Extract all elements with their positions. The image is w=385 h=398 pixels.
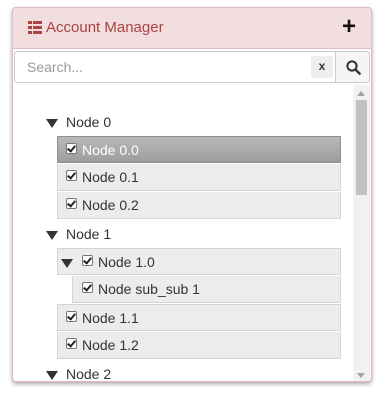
- list-icon: [28, 21, 42, 34]
- clear-search-button[interactable]: x: [311, 56, 333, 78]
- node-checkbox[interactable]: [66, 170, 77, 181]
- tree-node-label: Node 1.1: [82, 310, 139, 326]
- panel-header: Account Manager +: [13, 8, 371, 49]
- node-checkbox[interactable]: [66, 338, 77, 349]
- tree-node-0-1[interactable]: Node 0.1: [57, 164, 341, 191]
- tree-node-label: Node 0.1: [82, 169, 139, 185]
- tree-node-label: Node sub_sub 1: [98, 281, 200, 297]
- tree-node-0[interactable]: Node 0: [43, 109, 343, 136]
- search-input[interactable]: [16, 53, 306, 81]
- tree-node-label: Node 2: [66, 366, 112, 382]
- panel-title: Account Manager: [46, 19, 164, 36]
- tree-node-1-2[interactable]: Node 1.2: [57, 332, 341, 359]
- caret-down-icon[interactable]: [46, 231, 58, 240]
- tree-node-sub-sub-1[interactable]: Node sub_sub 1: [72, 276, 341, 303]
- add-account-button[interactable]: +: [338, 14, 360, 40]
- node-checkbox[interactable]: [66, 198, 77, 209]
- node-checkbox[interactable]: [66, 311, 77, 322]
- scroll-down-arrow-icon[interactable]: [357, 373, 365, 378]
- search-bar: x: [14, 51, 370, 83]
- tree-node-0-0[interactable]: Node 0.0: [57, 136, 341, 163]
- scrollbar-thumb[interactable]: [356, 100, 367, 195]
- search-box: x: [14, 51, 336, 83]
- tree-node-0-2[interactable]: Node 0.2: [57, 192, 341, 219]
- tree-node-2[interactable]: Node 2: [43, 361, 343, 382]
- tree-node-1[interactable]: Node 1: [43, 221, 343, 248]
- tree-node-1-0[interactable]: Node 1.0: [57, 248, 341, 275]
- tree-node-label: Node 1.0: [98, 254, 155, 270]
- tree-node-1-1[interactable]: Node 1.1: [57, 304, 341, 331]
- search-icon: [346, 60, 361, 75]
- tree-scrollbar[interactable]: [353, 85, 370, 381]
- scroll-up-arrow-icon[interactable]: [357, 91, 365, 96]
- caret-down-icon[interactable]: [46, 371, 58, 380]
- caret-down-icon[interactable]: [46, 119, 58, 128]
- tree-node-label: Node 1: [66, 226, 112, 242]
- tree-node-label: Node 0.2: [82, 197, 139, 213]
- tree-node-label: Node 0.0: [82, 142, 139, 158]
- node-checkbox[interactable]: [82, 255, 93, 266]
- account-tree: Node 0 Node 0.0 Node 0.1 Node 0.2 Node 1…: [13, 85, 371, 382]
- account-manager-panel: Account Manager + x Node 0 Node 0.0: [12, 7, 372, 382]
- caret-down-icon[interactable]: [61, 259, 73, 268]
- plus-icon[interactable]: +: [342, 13, 356, 40]
- tree-node-label: Node 0: [66, 114, 112, 130]
- search-button[interactable]: [335, 51, 370, 83]
- tree-node-label: Node 1.2: [82, 337, 139, 353]
- node-checkbox[interactable]: [66, 143, 77, 154]
- node-checkbox[interactable]: [82, 282, 93, 293]
